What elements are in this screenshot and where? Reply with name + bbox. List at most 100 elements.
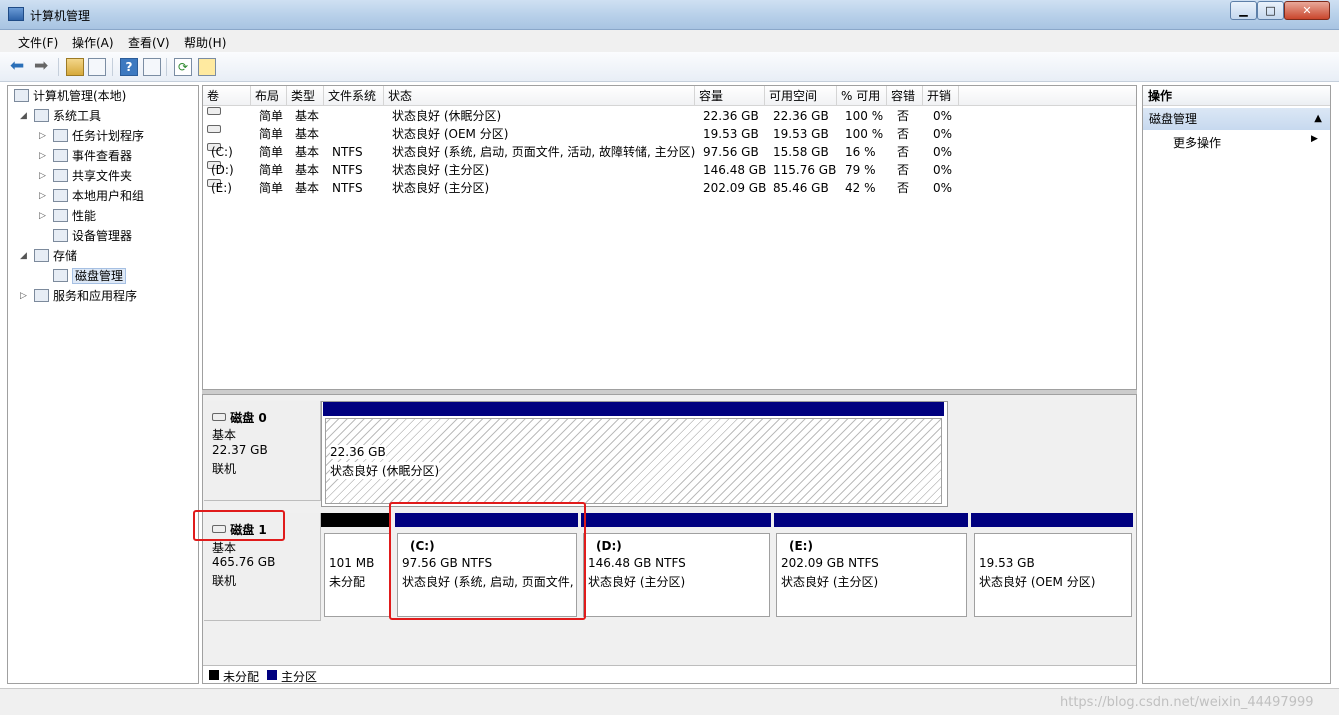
col-filesystem[interactable]: 文件系统 [324,86,384,106]
collapsed-arrow-icon[interactable]: ▷ [39,147,46,165]
cell-type: 基本 [295,163,320,177]
actions-selected-label: 磁盘管理 [1149,112,1198,126]
col-volume[interactable]: 卷 [203,86,251,106]
tree-device-manager[interactable]: 设备管理器 [53,227,132,245]
tree-shared-folders[interactable]: ▷ 共享文件夹 [39,167,132,185]
tree-storage[interactable]: ◢ 存储 [20,247,77,265]
show-hide-action-pane-icon[interactable] [143,58,161,76]
tree-task-scheduler[interactable]: ▷ 任务计划程序 [39,127,144,145]
up-folder-icon[interactable] [66,58,84,76]
partition-hibernation[interactable]: 22.36 GB 状态良好 (休眠分区) [325,418,942,504]
cell-type: 基本 [295,127,320,141]
help-icon[interactable]: ? [120,58,138,76]
more-actions-label: 更多操作 [1173,136,1222,150]
partition-e[interactable]: (E:) 202.09 GB NTFS 状态良好 (主分区) [776,533,967,617]
collapsed-arrow-icon[interactable]: ▷ [39,207,46,225]
cell-layout: 简单 [259,181,284,195]
partition-label: (D:) [596,539,622,553]
disk-0-label[interactable]: 磁盘 0 基本 22.37 GB 联机 [204,401,321,501]
partition-size: 22.36 GB [330,445,386,459]
col-type[interactable]: 类型 [287,86,324,106]
disk-0-size: 22.37 GB [212,443,268,457]
cell-status: 状态良好 (OEM 分区) [392,127,509,141]
cell-pct: 42 % [845,181,876,195]
tree-services[interactable]: ▷ 服务和应用程序 [20,287,137,305]
menu-view[interactable]: 查看(V) [128,34,170,51]
cell-free: 22.36 GB [773,109,829,123]
actions-header: 操作 [1143,86,1330,106]
partition-size: 19.53 GB [979,556,1035,570]
refresh-icon[interactable]: ⟳ [174,58,192,76]
table-row[interactable]: 简单 基本 状态良好 (休眠分区) 22.36 GB 22.36 GB 100 % 否 0% [203,107,1136,125]
cell-pct: 79 % [845,163,876,177]
col-fault-tolerance[interactable]: 容错 [887,86,923,106]
menu-file[interactable]: 文件(F) [18,34,58,51]
watermark: https://blog.csdn.net/weixin_44497999 [1060,695,1314,710]
col-capacity[interactable]: 容量 [695,86,765,106]
partition-bar [774,513,968,527]
cell-fault: 否 [897,127,910,141]
more-actions[interactable]: 更多操作 ▶ [1173,134,1318,151]
show-hide-tree-icon[interactable] [88,58,106,76]
tree-local-users[interactable]: ▷ 本地用户和组 [39,187,144,205]
tree-root[interactable]: 计算机管理(本地) [14,87,126,105]
collapsed-arrow-icon[interactable]: ▷ [39,187,46,205]
menu-help[interactable]: 帮助(H) [184,34,226,51]
forward-arrow-icon[interactable]: ➡ [34,58,52,76]
table-row[interactable]: (E:) 简单 基本 NTFS 状态良好 (主分区) 202.09 GB 85.46 GB 4… [203,179,1136,197]
tree-event-viewer[interactable]: ▷ 事件查看器 [39,147,132,165]
cell-status: 状态良好 (系统, 启动, 页面文件, 活动, 故障转储, 主分区) [392,145,696,159]
window-title: 计算机管理 [30,9,91,23]
services-icon [34,289,49,302]
cell-free: 85.46 GB [773,181,829,195]
volume-name: (E:) [211,181,232,195]
partition-d[interactable]: (D:) 146.48 GB NTFS 状态良好 (主分区) [583,533,770,617]
cell-type: 基本 [295,181,320,195]
disk-management-icon [53,269,68,282]
collapse-up-icon[interactable]: ▲ [1314,108,1322,130]
cell-status: 状态良好 (主分区) [392,163,490,177]
partition-unallocated[interactable]: 101 MB 未分配 [324,533,390,617]
tree-disk-management[interactable]: 磁盘管理 [53,267,127,285]
tree-system-tools[interactable]: ◢ 系统工具 [20,107,101,125]
partition-status: 状态良好 (主分区) [588,575,686,589]
cell-layout: 简单 [259,109,284,123]
table-row[interactable]: 简单 基本 状态良好 (OEM 分区) 19.53 GB 19.53 GB 100 % 否 0… [203,125,1136,143]
performance-icon [53,209,68,222]
table-row[interactable]: (D:) 简单 基本 NTFS 状态良好 (主分区) 146.48 GB 115.76 GB… [203,161,1136,179]
disk-1-size: 465.76 GB [212,555,276,569]
disk-1-state: 联机 [212,574,237,588]
expanded-arrow-icon[interactable]: ◢ [20,247,27,265]
tree-performance[interactable]: ▷ 性能 [39,207,96,225]
col-overhead[interactable]: 开销 [923,86,959,106]
cell-fault: 否 [897,163,910,177]
menu-action[interactable]: 操作(A) [72,34,114,51]
device-manager-icon [53,229,68,242]
properties-icon[interactable] [198,58,216,76]
expanded-arrow-icon[interactable]: ◢ [20,107,27,125]
disk-0-name-row: 磁盘 0 [212,409,267,426]
maximize-button[interactable]: □ [1257,1,1284,20]
col-free-space[interactable]: 可用空间 [765,86,837,106]
cell-overhead: 0% [933,181,953,195]
back-arrow-icon[interactable]: ⬅ [10,58,28,76]
col-status[interactable]: 状态 [384,86,695,106]
collapsed-arrow-icon[interactable]: ▷ [39,127,46,145]
col-percent-free[interactable]: % 可用 [837,86,887,106]
submenu-arrow-icon: ▶ [1311,134,1318,144]
close-button[interactable]: ✕ [1284,1,1330,20]
disk-0-name: 磁盘 0 [230,411,267,425]
cell-pct: 100 % [845,127,884,141]
cell-overhead: 0% [933,109,953,123]
cell-capacity: 19.53 GB [703,127,759,141]
collapsed-arrow-icon[interactable]: ▷ [20,287,27,305]
partition-oem[interactable]: 19.53 GB 状态良好 (OEM 分区) [974,533,1132,617]
collapsed-arrow-icon[interactable]: ▷ [39,167,46,185]
legend-primary: 主分区 [281,670,318,684]
disk-legend: 未分配 主分区 [203,665,1136,684]
table-row[interactable]: (C:) 简单 基本 NTFS 状态良好 (系统, 启动, 页面文件, 活动, 故障转储… [203,143,1136,161]
actions-disk-management[interactable]: 磁盘管理 ▲ [1143,108,1330,130]
disk-0-partitions: 22.36 GB 状态良好 (休眠分区) [321,401,948,507]
minimize-button[interactable]: ▁ [1230,1,1257,20]
col-layout[interactable]: 布局 [251,86,287,106]
